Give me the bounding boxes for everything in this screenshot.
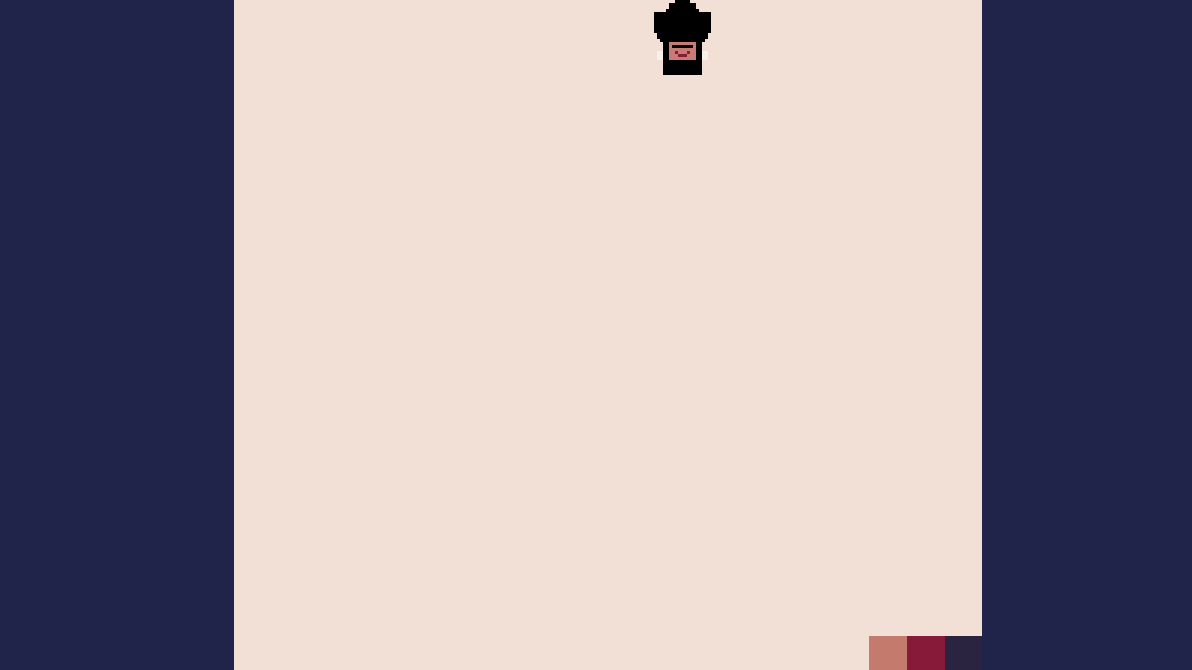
- palette-swatch-crimson[interactable]: [907, 636, 945, 670]
- palette-swatch-salmon[interactable]: [869, 636, 907, 670]
- color-palette: [869, 636, 982, 670]
- robot-character-icon: [654, 0, 711, 75]
- player-character[interactable]: [654, 0, 711, 75]
- palette-swatch-dark-purple[interactable]: [945, 636, 982, 670]
- game-canvas[interactable]: [234, 0, 982, 670]
